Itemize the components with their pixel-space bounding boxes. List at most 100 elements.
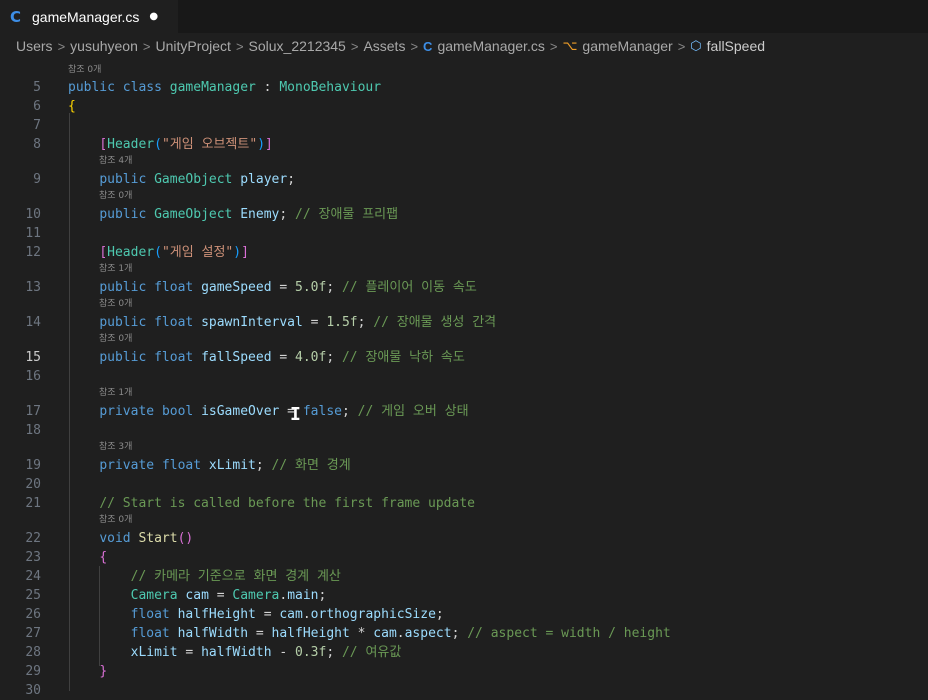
tab-gamemanager[interactable]: C gameManager.cs ● [0,0,178,33]
code-line[interactable]: 14 public float spawnInterval = 1.5f; //… [0,313,928,332]
code-line[interactable]: 21 // Start is called before the first f… [0,494,928,513]
code-token: = [302,315,327,330]
code-editor[interactable]: 참조 0개 참조 4개 참조 0개 참조 1개 참조 0개 참조 0개 참조 1… [0,59,928,698]
code-text: { [68,97,76,116]
code-token: // 장애물 프리팹 [295,207,399,222]
code-line[interactable]: 16 [0,367,928,386]
codelens-references[interactable]: 참조 4개 [99,154,132,168]
code-line[interactable]: 24 // 카메라 기준으로 화면 경계 계산 [0,567,928,586]
code-line[interactable]: 19 private float xLimit; // 화면 경계 [0,456,928,475]
code-text: [Header("게임 오브젝트")] [68,135,273,154]
code-line[interactable]: 5 public class gameManager : MonoBehaviou… [0,78,928,97]
code-token: ] [241,245,249,260]
code-token: public [99,172,147,187]
code-line[interactable]: 9 public GameObject player; [0,170,928,189]
code-token: // 카메라 기준으로 화면 경계 계산 [130,569,341,584]
code-text: public GameObject player; [68,170,295,189]
line-number: 16 [25,369,41,384]
code-line[interactable]: 22 void Start() [0,529,928,548]
code-token: halfWidth [177,626,249,641]
codelens-references[interactable]: 참조 0개 [99,189,132,203]
codelens-references[interactable]: 참조 0개 [99,297,132,311]
code-token: void [99,531,131,546]
code-token: gameManager [169,80,256,95]
code-token: xLimit [208,458,256,473]
code-token: halfHeight [177,607,256,622]
code-token: orthographicSize [310,607,436,622]
code-line[interactable]: 15 public float fallSpeed = 4.0f; // 장애물… [0,348,928,367]
breadcrumb-folder[interactable]: Solux_2212345 [249,38,346,54]
codelens-references[interactable]: 참조 0개 [99,332,132,346]
code-line[interactable]: 7 [0,116,928,135]
codelens-references[interactable]: 참조 0개 [99,513,132,527]
code-token: public [99,207,147,222]
code-line[interactable]: 29 } [0,662,928,681]
breadcrumb-project[interactable]: UnityProject [155,38,230,54]
breadcrumb-assets[interactable]: Assets [363,38,405,54]
code-line[interactable]: 27 float halfWidth = halfHeight * cam.as… [0,624,928,643]
code-token: class [122,80,162,95]
code-token: = [208,588,233,603]
code-line[interactable]: 23 { [0,548,928,567]
codelens-references[interactable]: 참조 3개 [99,440,132,454]
code-token: player [240,172,288,187]
class-icon: ⌥ [562,38,578,53]
code-token: = [255,607,280,622]
line-number: 26 [25,607,41,622]
breadcrumb-class[interactable]: gameManager [582,38,672,54]
breadcrumb-field[interactable]: fallSpeed [707,38,765,54]
code-token: public [99,315,147,330]
tab-title: gameManager.cs [32,8,140,25]
code-token: ; [255,458,272,473]
code-token: = [279,404,303,419]
code-line[interactable]: 17 private bool isGameOver = false; // 게… [0,402,928,421]
code-line[interactable]: 11 [0,224,928,243]
code-token: ; [326,350,342,365]
code-token: . [302,607,311,622]
code-line[interactable]: 13 public float gameSpeed = 5.0f; // 플레이… [0,278,928,297]
line-number: 13 [25,280,41,295]
code-line[interactable]: 8 [Header("게임 오브젝트")] [0,135,928,154]
code-text: public float gameSpeed = 5.0f; // 플레이어 이… [68,278,477,297]
code-line[interactable]: 26 float halfHeight = cam.orthographicSi… [0,605,928,624]
code-line[interactable]: 12 [Header("게임 설정")] [0,243,928,262]
codelens-references[interactable]: 참조 0개 [68,63,101,77]
code-line[interactable]: 20 [0,475,928,494]
breadcrumb-separator: > [142,38,151,54]
tab-bar: C gameManager.cs ● [0,0,928,33]
code-token: bool [161,404,194,419]
codelens-references[interactable]: 참조 1개 [99,262,132,276]
line-number: 27 [25,626,41,641]
line-number: 29 [25,664,41,679]
code-token: private [99,404,155,419]
breadcrumb-file[interactable]: gameManager.cs [437,38,544,54]
breadcrumb-separator: > [677,38,686,54]
breadcrumb-users[interactable]: Users [16,38,53,54]
codelens-references[interactable]: 참조 1개 [99,386,132,400]
code-line[interactable]: 6{ [0,97,928,116]
code-line[interactable]: 18 [0,421,928,440]
breadcrumb-separator: > [410,38,419,54]
unsaved-dot-icon[interactable]: ● [149,11,158,22]
code-text: public float spawnInterval = 1.5f; // 장애… [68,313,496,332]
code-token: * [349,626,374,641]
code-token: } [99,664,108,679]
code-line[interactable]: 10 public GameObject Enemy; // 장애물 프리팹 [0,205,928,224]
code-line[interactable]: 25 Camera cam = Camera.main; [0,586,928,605]
code-line[interactable]: 28 xLimit = halfWidth - 0.3f; // 여유값 [0,643,928,662]
code-token: . [279,588,288,603]
code-token: // 장애물 낙하 속도 [341,350,465,365]
breadcrumb-user[interactable]: yusuhyeon [70,38,138,54]
